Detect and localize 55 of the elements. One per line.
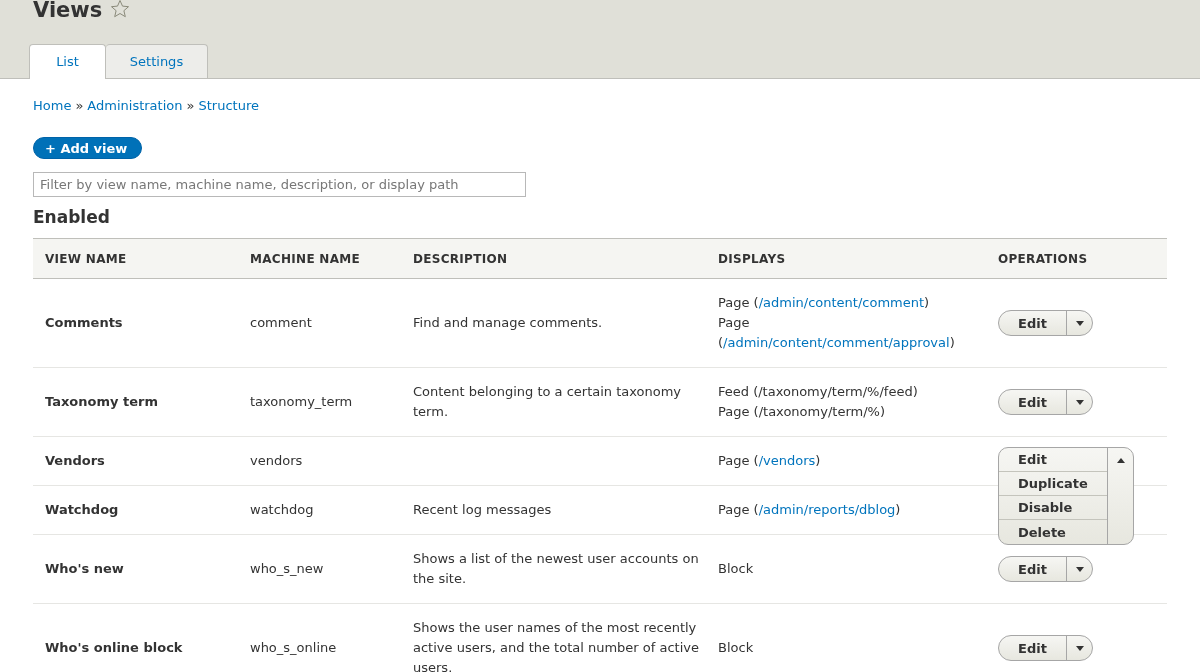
table-cell: who_s_online	[238, 603, 401, 672]
table-cell: Comments	[33, 278, 238, 368]
star-icon[interactable]	[110, 0, 131, 19]
table-cell: Who's new	[33, 534, 238, 604]
table-cell: Taxonomy term	[33, 367, 238, 437]
menu-item[interactable]: Disable	[999, 496, 1108, 520]
display-text: Page (/admin/reports/dblog)	[718, 502, 901, 517]
section-heading: Enabled	[33, 206, 111, 228]
caret-down-icon	[1075, 566, 1084, 572]
tab[interactable]: Settings	[106, 44, 208, 78]
display-text: Feed (/taxonomy/term/%/feed)	[718, 384, 918, 399]
breadcrumb-link[interactable]: Home	[33, 96, 72, 116]
caret-down-icon	[1075, 645, 1084, 651]
caret-down-icon	[1075, 320, 1084, 326]
add-view-button[interactable]: + Add view	[33, 137, 143, 159]
description-text: Shows a list of the newest user accounts on the site.	[413, 551, 699, 586]
table-cell: Vendors	[33, 436, 238, 486]
breadcrumb-separator: »	[75, 97, 84, 115]
table-cell: Who's online block	[33, 603, 238, 672]
display-text: Page (/admin/content/comment)	[718, 295, 930, 310]
table-cell: Watchdog	[33, 485, 238, 535]
table-cell: who_s_new	[238, 534, 401, 604]
column-header: DISPLAYS	[706, 238, 986, 279]
display-path-link[interactable]: /admin/reports/dblog	[758, 502, 896, 517]
display-text: Page (/admin/content/comment/approval)	[718, 315, 955, 350]
caret-up-icon	[1116, 458, 1125, 463]
display-path-link[interactable]: /vendors	[758, 453, 816, 468]
column-header: DESCRIPTION	[401, 238, 706, 279]
table-cell: comment	[238, 278, 401, 368]
display-text: Page (/vendors)	[718, 453, 821, 468]
page-title: Views	[33, 0, 103, 24]
column-header: OPERATIONS	[986, 238, 1167, 279]
tab[interactable]: List	[29, 44, 106, 79]
menu-item[interactable]: Delete	[999, 520, 1108, 544]
filter-field[interactable]: Filter by view name, machine name, description, or display path	[33, 172, 526, 197]
table-cell: vendors	[238, 436, 401, 486]
display-text: Block	[718, 640, 754, 655]
column-header: VIEW NAME	[33, 238, 238, 279]
breadcrumb-link[interactable]: Administration	[87, 96, 183, 116]
breadcrumb-separator: »	[186, 97, 195, 115]
caret-down-icon	[1075, 399, 1084, 405]
description-text: Recent log messages	[413, 502, 552, 517]
breadcrumb-link[interactable]: Structure	[198, 96, 259, 116]
table-cell: taxonomy_term	[238, 367, 401, 437]
description-text: Content belonging to a certain taxonomy term.	[413, 384, 682, 419]
display-path-link[interactable]: /admin/content/comment/approval	[723, 335, 950, 350]
description-text: Shows the user names of the most recently active users, and the total number of active users.	[413, 620, 699, 672]
display-text: Page (/taxonomy/term/%)	[718, 404, 885, 419]
column-header: MACHINE NAME	[238, 238, 401, 279]
display-path-link[interactable]: /admin/content/comment	[758, 295, 925, 310]
display-text: Block	[718, 561, 754, 576]
menu-item[interactable]: Duplicate	[999, 472, 1108, 496]
description-text: Find and manage comments.	[413, 315, 603, 330]
table-cell: watchdog	[238, 485, 401, 535]
menu-item[interactable]: Edit	[999, 448, 1108, 472]
